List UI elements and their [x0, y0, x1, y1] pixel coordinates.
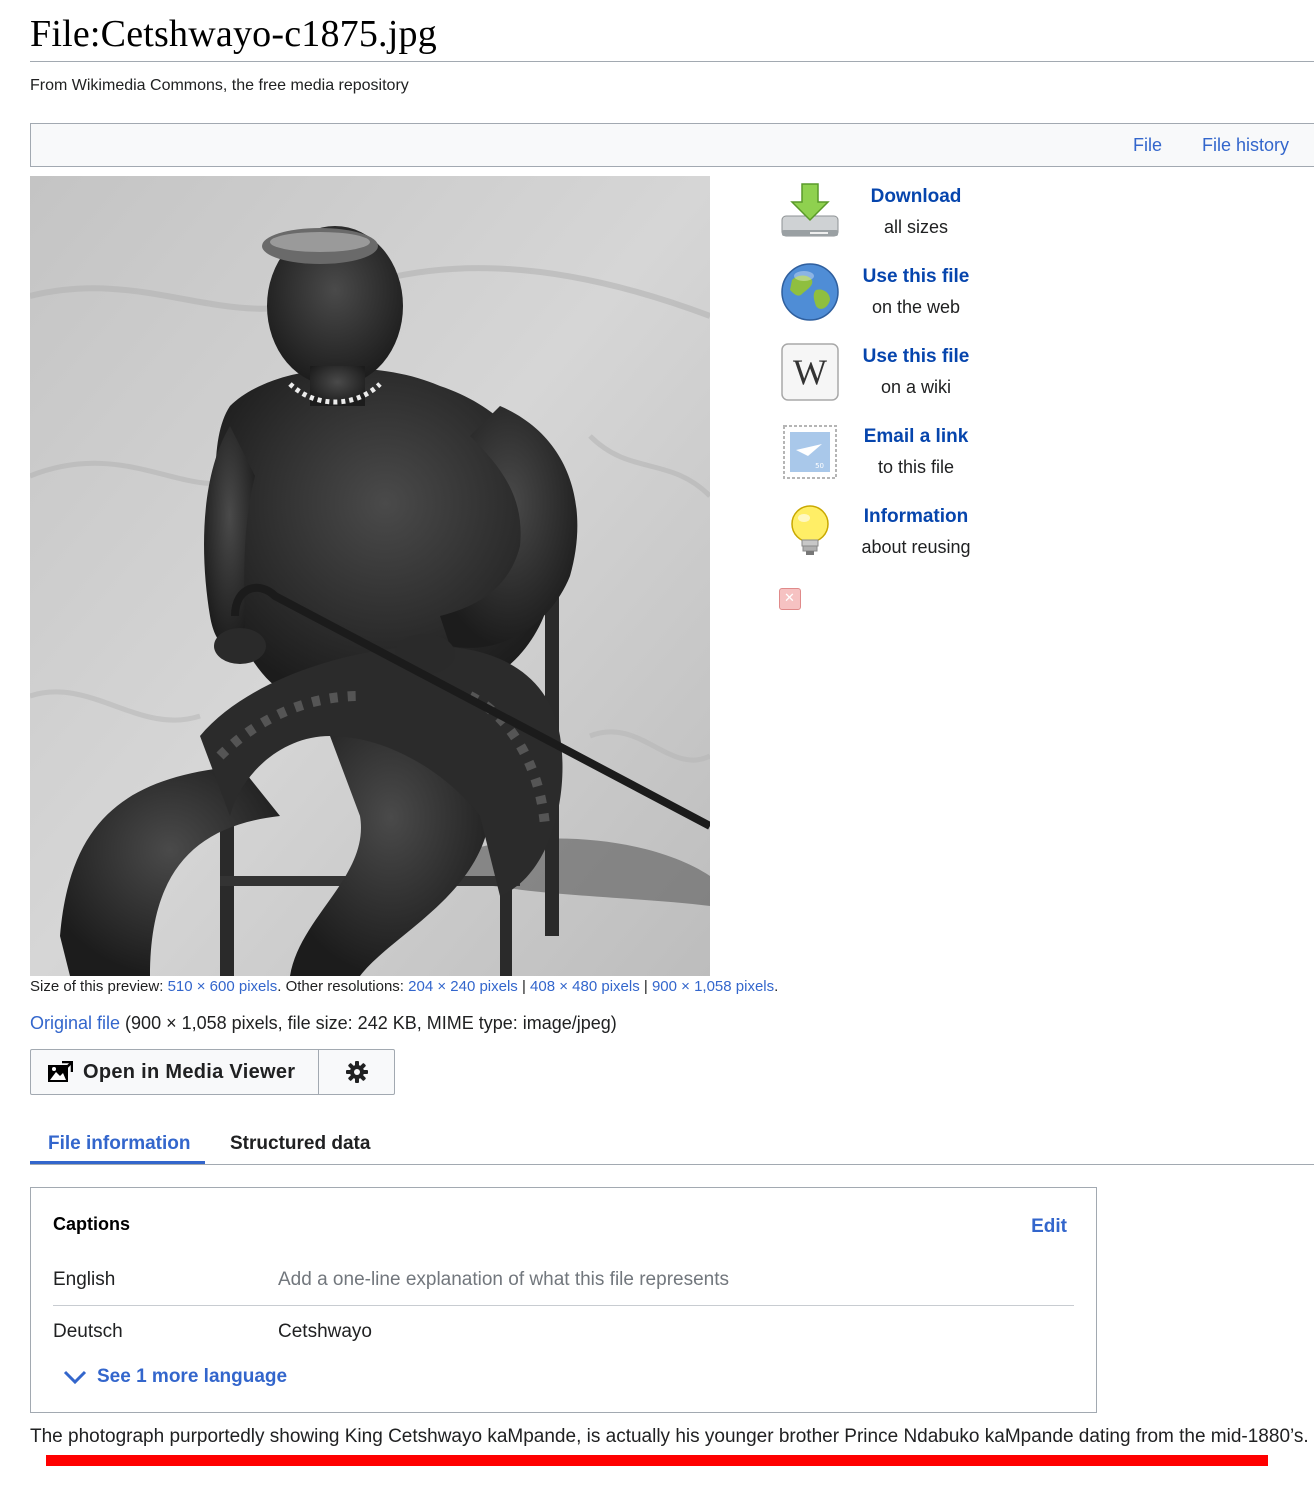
- reuse-info-sub: about reusing: [861, 537, 971, 557]
- active-tab-indicator: [30, 1161, 205, 1164]
- captions-panel: Captions Edit English Add a one-line exp…: [30, 1187, 1097, 1413]
- captions-title: Captions: [53, 1214, 131, 1234]
- file-toc-bar: File File history: [30, 123, 1314, 167]
- file-preview-image[interactable]: [30, 176, 710, 976]
- download-icon: [781, 183, 839, 237]
- stamp-mail-icon: 50: [783, 425, 837, 479]
- use-on-web-sub: on the web: [871, 297, 961, 317]
- caption-row: Deutsch Cetshwayo: [53, 1321, 1074, 1361]
- use-on-web-link[interactable]: Use this file: [846, 266, 986, 288]
- resolution-separator: |: [517, 978, 531, 995]
- resolution-link-408[interactable]: 408 × 480 pixels: [530, 978, 640, 995]
- use-on-web-tool[interactable]: Use this file on the web: [776, 256, 996, 326]
- tab-structured-data[interactable]: Structured data: [230, 1133, 370, 1155]
- reuse-info-tool[interactable]: Information about reusing: [776, 496, 996, 566]
- see-more-languages-button[interactable]: See 1 more language: [63, 1366, 287, 1388]
- original-file-details: (900 × 1,058 pixels, file size: 242 KB, …: [120, 1013, 617, 1033]
- email-link-sub: to this file: [877, 457, 955, 477]
- download-sub: all sizes: [883, 217, 949, 237]
- chevron-down-icon: [63, 1370, 87, 1385]
- svg-text:50: 50: [815, 462, 824, 470]
- tab-file-information[interactable]: File information: [48, 1133, 191, 1155]
- reuse-info-link[interactable]: Information: [846, 506, 986, 528]
- open-media-viewer-button[interactable]: Open in Media Viewer: [30, 1049, 319, 1095]
- file-page-tabs: File information Structured data: [30, 1122, 1314, 1165]
- download-tool[interactable]: Download all sizes: [776, 176, 996, 246]
- caption-row: English Add a one-line explanation of wh…: [53, 1269, 1074, 1309]
- download-link[interactable]: Download: [846, 186, 986, 208]
- toc-link-file[interactable]: File: [1133, 135, 1162, 156]
- use-on-wiki-tool[interactable]: W Use this file on a wiki: [776, 336, 996, 406]
- lightbulb-icon: [791, 505, 829, 555]
- open-media-viewer-icon: [48, 1061, 73, 1082]
- description-note: The photograph purportedly showing King …: [30, 1426, 1309, 1447]
- resolution-link-900[interactable]: 900 × 1,058 pixels: [652, 978, 774, 995]
- email-link-tool[interactable]: 50 Email a link to this file: [776, 416, 996, 486]
- page-title: File:Cetshwayo-c1875.jpg: [30, 13, 437, 55]
- caption-value[interactable]: Add a one-line explanation of what this …: [278, 1269, 729, 1291]
- preview-mid: . Other resolutions:: [277, 978, 409, 995]
- see-more-languages-label: See 1 more language: [97, 1366, 288, 1387]
- captions-edit-button[interactable]: Edit: [1031, 1216, 1067, 1238]
- toc-link-file-history[interactable]: File history: [1202, 135, 1289, 156]
- highlight-underline: [46, 1455, 1268, 1466]
- media-viewer-settings-button[interactable]: [319, 1049, 395, 1095]
- caption-value[interactable]: Cetshwayo: [278, 1321, 372, 1343]
- gear-icon: [345, 1061, 368, 1083]
- resolution-separator: |: [639, 978, 652, 995]
- original-file-line: Original file (900 × 1,058 pixels, file …: [30, 1013, 617, 1034]
- media-viewer-controls: Open in Media Viewer: [30, 1049, 395, 1095]
- caption-language: English: [53, 1269, 116, 1290]
- use-on-wiki-link[interactable]: Use this file: [846, 346, 986, 368]
- open-media-viewer-label: Open in Media Viewer: [83, 1060, 296, 1083]
- email-link-link[interactable]: Email a link: [846, 426, 986, 448]
- caption-divider: [53, 1305, 1074, 1306]
- preview-end: .: [774, 978, 779, 995]
- wikipedia-icon: W: [781, 343, 839, 401]
- preview-size-line: Size of this preview: 510 × 600 pixels. …: [30, 978, 778, 995]
- use-on-wiki-sub: on a wiki: [880, 377, 952, 397]
- title-divider: [30, 61, 1314, 62]
- svg-text:W: W: [793, 352, 827, 392]
- resolution-link-204[interactable]: 204 × 240 pixels: [408, 978, 518, 995]
- caption-language: Deutsch: [53, 1321, 123, 1342]
- close-icon[interactable]: [779, 588, 801, 610]
- preview-size-link[interactable]: 510 × 600 pixels: [168, 978, 278, 995]
- original-file-link[interactable]: Original file: [30, 1013, 120, 1033]
- globe-icon: [781, 263, 839, 321]
- page-subtitle: From Wikimedia Commons, the free media r…: [30, 77, 409, 94]
- preview-prefix: Size of this preview:: [30, 978, 168, 995]
